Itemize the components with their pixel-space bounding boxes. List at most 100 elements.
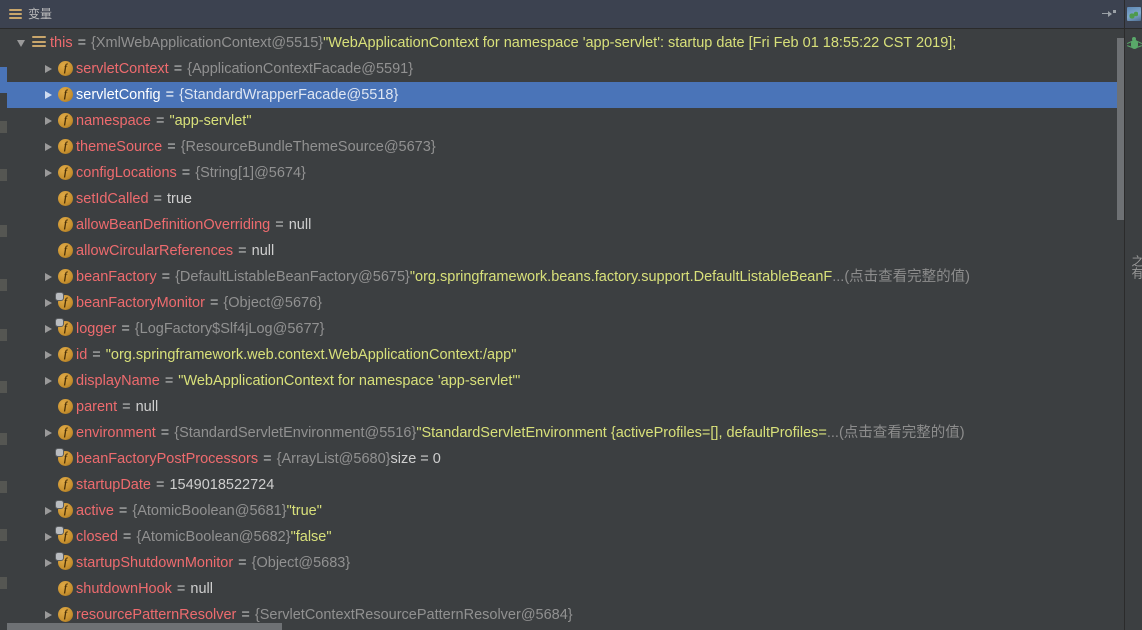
equals-sign: = xyxy=(176,581,186,597)
chevron-down-icon[interactable] xyxy=(17,30,30,56)
chevron-right-icon[interactable] xyxy=(43,550,56,576)
chevron-right-icon[interactable] xyxy=(43,264,56,290)
variable-name: servletContext xyxy=(76,61,169,77)
variable-row[interactable]: f configLocations = {String[1]@5674} xyxy=(7,160,1117,186)
final-field-icon: f xyxy=(56,550,76,576)
variable-type: {AtomicBoolean@5681} xyxy=(132,503,287,519)
variable-type: {ArrayList@5680} xyxy=(276,451,391,467)
chevron-right-icon[interactable] xyxy=(43,316,56,342)
variable-row[interactable]: f servletConfig = {StandardWrapperFacade@55… xyxy=(7,82,1117,108)
debug-bug-icon[interactable] xyxy=(1125,34,1142,54)
field-icon: f xyxy=(56,238,76,264)
row-indent xyxy=(7,264,43,290)
image-preview-icon[interactable] xyxy=(1125,0,1142,29)
variable-string-value: "WebApplicationContext for namespace 'ap… xyxy=(323,35,957,51)
variable-row[interactable]: f servletContext = {ApplicationContextFacad… xyxy=(7,56,1117,82)
variable-type: {ResourceBundleThemeSource@5673} xyxy=(180,139,436,155)
variable-name: shutdownHook xyxy=(76,581,172,597)
chevron-right-icon[interactable] xyxy=(43,524,56,550)
variable-row[interactable]: f startupShutdownMonitor = {Object@5683} xyxy=(7,550,1117,576)
variable-row[interactable]: f environment = {StandardServletEnvironment… xyxy=(7,420,1117,446)
equals-sign: = xyxy=(122,529,132,545)
field-icon: f xyxy=(56,472,76,498)
hide-panel-icon[interactable] xyxy=(1102,8,1116,20)
variable-string-value: "org.springframework.beans.factory.suppo… xyxy=(409,269,833,285)
variable-type: {StandardWrapperFacade@5518} xyxy=(179,87,399,103)
variable-type: {Object@5676} xyxy=(223,295,322,311)
chevron-right-icon[interactable] xyxy=(43,134,56,160)
variable-name: themeSource xyxy=(76,139,163,155)
toggle-spacer xyxy=(43,238,56,264)
variable-string-value: "false" xyxy=(290,529,332,545)
field-icon: f xyxy=(56,108,76,134)
field-icon: f xyxy=(56,160,76,186)
variable-row[interactable]: f startupDate = 1549018522724 xyxy=(7,472,1117,498)
final-field-icon: f xyxy=(56,498,76,524)
variable-name: allowBeanDefinitionOverriding xyxy=(76,217,271,233)
variable-row[interactable]: f allowCircularReferences = null xyxy=(7,238,1117,264)
titlebar-actions xyxy=(1102,8,1124,20)
variable-row[interactable]: f shutdownHook = null xyxy=(7,576,1117,602)
field-icon: f xyxy=(56,368,76,394)
view-full-value-link[interactable]: ...(点击查看完整的值) xyxy=(832,264,970,290)
vertical-scrollbar-thumb[interactable] xyxy=(1117,38,1124,220)
row-indent xyxy=(7,212,43,238)
field-icon: f xyxy=(56,186,76,212)
variable-name: this xyxy=(50,35,73,51)
variable-row[interactable]: f namespace = "app-servlet" xyxy=(7,108,1117,134)
equals-sign: = xyxy=(92,347,101,363)
variable-row[interactable]: f themeSource = {ResourceBundleThemeSource@… xyxy=(7,134,1117,160)
horizontal-scrollbar-track[interactable] xyxy=(7,623,1117,630)
equals-sign: = xyxy=(155,477,165,493)
equals-sign: = xyxy=(275,217,284,233)
row-indent xyxy=(7,56,43,82)
variable-row[interactable]: f active = {AtomicBoolean@5681} "true" xyxy=(7,498,1117,524)
row-indent xyxy=(7,186,43,212)
variable-row[interactable]: f logger = {LogFactory$Slf4jLog@5677} xyxy=(7,316,1117,342)
chevron-right-icon[interactable] xyxy=(43,160,56,186)
variable-row[interactable]: f allowBeanDefinitionOverriding = null xyxy=(7,212,1117,238)
equals-sign: = xyxy=(164,373,174,389)
row-indent xyxy=(7,472,43,498)
equals-sign: = xyxy=(263,451,272,467)
variable-row[interactable]: f id = "org.springframework.web.context.Web… xyxy=(7,342,1117,368)
field-icon: f xyxy=(56,264,76,290)
variable-row[interactable]: f beanFactoryPostProcessors = {ArrayList@56… xyxy=(7,446,1117,472)
chevron-right-icon[interactable] xyxy=(43,82,56,108)
variable-name: active xyxy=(76,503,114,519)
equals-sign: = xyxy=(238,555,247,571)
field-icon: f xyxy=(56,342,76,368)
variable-type: {LogFactory$Slf4jLog@5677} xyxy=(134,321,325,337)
chevron-right-icon[interactable] xyxy=(43,498,56,524)
equals-sign: = xyxy=(181,165,191,181)
variables-tree[interactable]: this = {XmlWebApplicationContext@5515} "We… xyxy=(7,30,1117,630)
chevron-right-icon[interactable] xyxy=(43,420,56,446)
row-indent xyxy=(7,160,43,186)
variable-row[interactable]: this = {XmlWebApplicationContext@5515} "We… xyxy=(7,30,1117,56)
chevron-right-icon[interactable] xyxy=(43,290,56,316)
variable-type: {ApplicationContextFacade@5591} xyxy=(187,61,414,77)
field-icon: f xyxy=(56,394,76,420)
variable-row[interactable]: f parent = null xyxy=(7,394,1117,420)
variable-row[interactable]: f setIdCalled = true xyxy=(7,186,1117,212)
variable-row[interactable]: f beanFactoryMonitor = {Object@5676} xyxy=(7,290,1117,316)
variable-name: displayName xyxy=(76,373,160,389)
variable-literal-value: null xyxy=(190,581,213,597)
variable-row[interactable]: f closed = {AtomicBoolean@5682} "false" xyxy=(7,524,1117,550)
view-full-value-link[interactable]: ...(点击查看完整的值) xyxy=(827,420,965,446)
horizontal-scrollbar-thumb[interactable] xyxy=(7,623,282,630)
chevron-right-icon[interactable] xyxy=(43,368,56,394)
variable-name: closed xyxy=(76,529,118,545)
final-field-icon: f xyxy=(56,446,76,472)
final-field-icon: f xyxy=(56,290,76,316)
variable-name: environment xyxy=(76,425,156,441)
chevron-right-icon[interactable] xyxy=(43,108,56,134)
chevron-right-icon[interactable] xyxy=(43,56,56,82)
equals-sign: = xyxy=(122,399,131,415)
row-indent xyxy=(7,498,43,524)
chevron-right-icon[interactable] xyxy=(43,342,56,368)
rail-vertical-label[interactable]: 之有 xyxy=(1125,244,1142,290)
variable-row[interactable]: f displayName = "WebApplicationContext for … xyxy=(7,368,1117,394)
variable-row[interactable]: f beanFactory = {DefaultListableBeanFactory… xyxy=(7,264,1117,290)
toggle-spacer xyxy=(43,186,56,212)
